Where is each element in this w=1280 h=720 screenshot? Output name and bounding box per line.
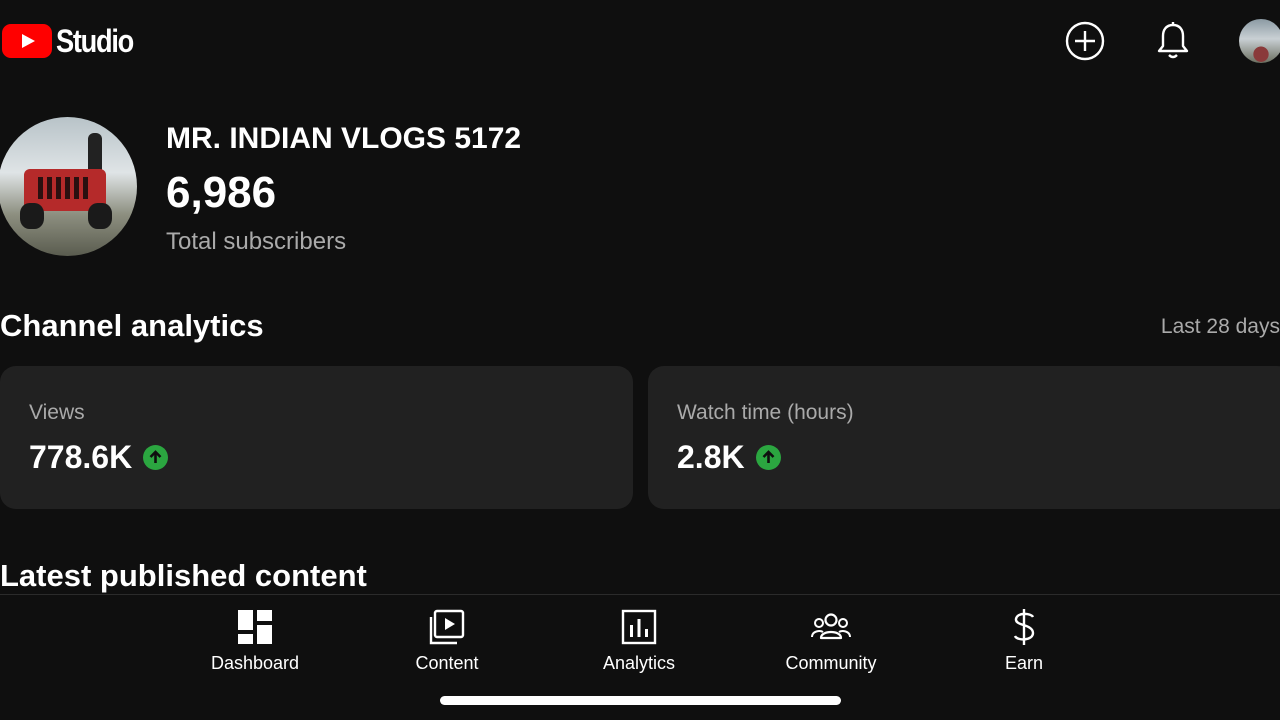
views-value: 778.6K [29, 439, 133, 475]
content-icon [427, 607, 467, 647]
account-avatar[interactable] [1239, 19, 1280, 63]
nav-item-earn[interactable]: Earn [944, 607, 1104, 674]
home-indicator[interactable] [440, 696, 841, 705]
watch-time-value: 2.8K [677, 439, 745, 475]
nav-label: Community [785, 653, 877, 673]
nav-item-community[interactable]: Community [751, 607, 911, 674]
brand-name: Studio [56, 22, 134, 59]
studio-dashboard: Studio MR. INDIAN VLOGS 5172 6,986 Total… [0, 0, 1280, 720]
earn-icon [1004, 607, 1044, 647]
channel-name: MR. INDIAN VLOGS 5172 [166, 122, 522, 155]
channel-avatar[interactable] [0, 117, 137, 256]
dashboard-icon [235, 607, 275, 647]
create-icon [1065, 21, 1105, 61]
nav-label: Dashboard [210, 653, 300, 673]
nav-item-content[interactable]: Content [367, 607, 527, 674]
nav-label: Analytics [602, 653, 676, 673]
views-card[interactable]: Views 778.6K [0, 366, 633, 509]
community-icon [811, 607, 851, 647]
bell-icon [1157, 22, 1189, 59]
latest-content-title: Latest published content [0, 558, 367, 593]
studio-logo[interactable]: Studio [2, 21, 147, 61]
watch-time-card[interactable]: Watch time (hours) 2.8K [648, 366, 1280, 509]
youtube-logo-icon [2, 24, 52, 58]
analytics-icon [619, 607, 659, 647]
avatar-jeep-wheel [88, 203, 112, 229]
avatar-person-shape [88, 133, 102, 171]
nav-item-dashboard[interactable]: Dashboard [175, 607, 335, 674]
nav-label: Content [415, 653, 479, 673]
date-range-label: Last 28 days [1160, 315, 1280, 338]
subscriber-label: Total subscribers [166, 228, 347, 255]
views-value-row: 778.6K [29, 439, 169, 476]
bottom-navigation: Dashboard Content Analytics Community Ea… [0, 594, 1280, 720]
nav-label: Earn [1004, 653, 1044, 673]
avatar-jeep-grille [38, 177, 92, 199]
trend-up-icon [143, 445, 169, 470]
avatar-jeep-wheel [20, 203, 44, 229]
nav-item-analytics[interactable]: Analytics [559, 607, 719, 674]
notifications-button[interactable] [1152, 20, 1194, 62]
channel-analytics-title: Channel analytics [0, 308, 264, 343]
watch-time-value-row: 2.8K [677, 439, 781, 476]
create-button[interactable] [1064, 20, 1106, 62]
trend-up-icon [755, 445, 781, 470]
views-label: Views [29, 401, 85, 424]
subscriber-count: 6,986 [166, 168, 277, 217]
watch-time-label: Watch time (hours) [677, 401, 854, 424]
